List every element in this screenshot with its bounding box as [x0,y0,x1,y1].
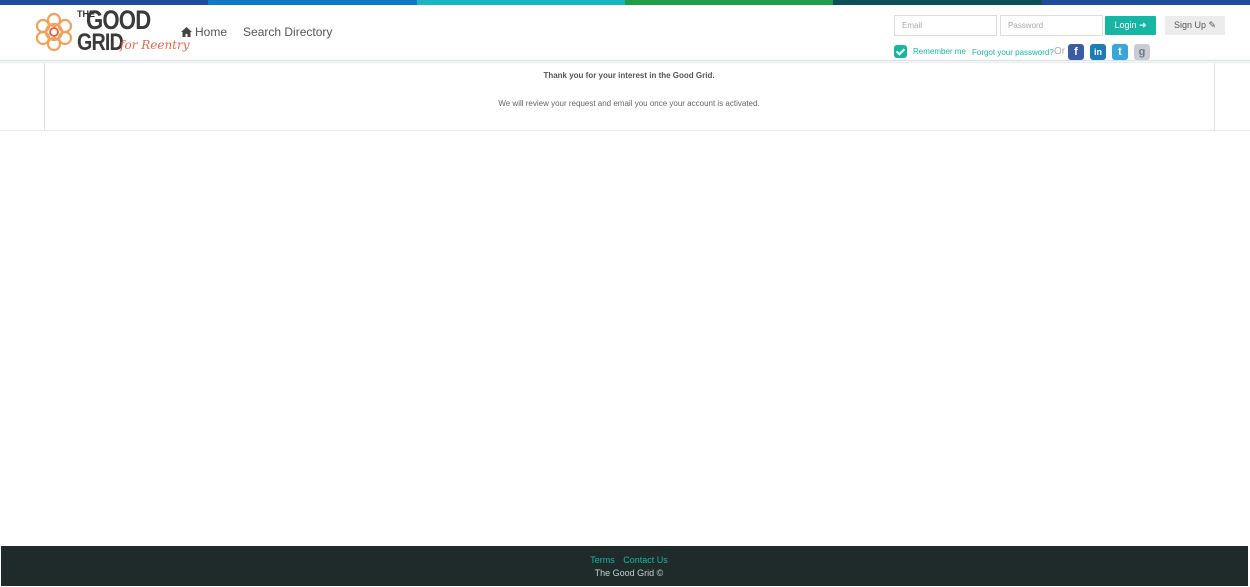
logo-the-text: THE [77,9,95,19]
footer-links: Terms Contact Us [0,555,1250,565]
login-button-label: Login [1114,20,1137,30]
sign-in-icon: ➜ [1139,20,1147,30]
login-form: Email Password Login ➜ Sign Up ✎ Remembe… [893,10,1233,62]
confirmation-message: We will review your request and email yo… [498,99,760,108]
nav-search-label: Search Directory [243,25,333,39]
email-input[interactable]: Email [894,15,997,36]
nav-home-link[interactable]: Home [181,25,227,39]
linkedin-icon[interactable]: in [1090,44,1106,60]
page-title: Thank you for your interest in the Good … [543,71,715,80]
facebook-icon[interactable]: f [1068,44,1084,60]
google-icon[interactable]: g [1134,44,1150,60]
nav-home-label: Home [195,25,228,39]
contact-us-link[interactable]: Contact Us [623,555,668,565]
site-footer [1,546,1248,586]
main-nav: Home Search Directory [181,25,332,39]
content-divider [0,130,1250,131]
or-label: Or [1054,46,1066,57]
login-button[interactable]: Login ➜ [1105,16,1156,35]
signup-button-label: Sign Up [1173,20,1206,30]
remember-me-label[interactable]: Remember me [913,47,966,56]
forgot-password-link[interactable]: Forgot your password? [972,48,1054,57]
nav-search-directory-link[interactable]: Search Directory [243,25,332,39]
edit-icon: ✎ [1208,20,1217,30]
logo-grid-text: GRID [77,29,124,56]
remember-me-checkbox[interactable] [894,45,907,58]
copyright-text: The Good Grid © [594,568,664,578]
twitter-icon[interactable]: t [1112,44,1128,60]
terms-link[interactable]: Terms [590,555,615,565]
password-input[interactable]: Password [1000,15,1103,36]
logo-tagline: for Reentry [120,38,190,52]
remember-me: Remember me [894,45,966,58]
signup-button[interactable]: Sign Up ✎ [1165,16,1225,35]
site-logo[interactable]: THE GOOD GRID for Reentry [31,7,190,59]
site-header: THE GOOD GRID for Reentry Home Search Di… [0,5,1250,61]
flower-logo-icon [35,12,73,52]
home-icon [181,27,192,37]
